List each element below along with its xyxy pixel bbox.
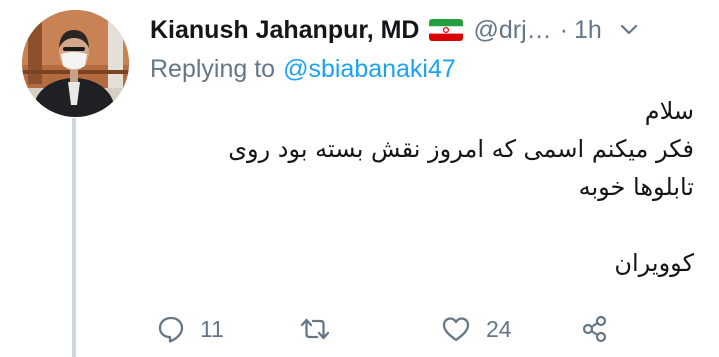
tweet-text-line: سلام	[644, 97, 694, 125]
avatar[interactable]	[22, 10, 129, 117]
replying-to-label: Replying to	[150, 54, 276, 83]
tweet-text-line: تابلوها خوبه	[578, 173, 694, 201]
avatar-image	[22, 10, 129, 117]
chevron-down-icon[interactable]	[618, 19, 640, 41]
tweet-header: Kianush Jahanpur, MD @drj… · 1h	[150, 12, 710, 48]
tweet-text-line	[134, 206, 694, 244]
replying-to-mention[interactable]: @sbiabanaki47	[283, 55, 456, 84]
speech-bubble-icon	[156, 314, 186, 344]
iran-flag-icon	[429, 19, 464, 41]
tweet-text-line: فکر میکنم اسمی که امروز نقش بسته بود روی	[228, 135, 694, 163]
user-handle[interactable]: @drj…	[473, 16, 551, 45]
reply-button[interactable]: 11	[156, 308, 224, 350]
retweet-arrows-icon	[298, 314, 332, 344]
tweet-text-line: کوویران	[614, 249, 694, 277]
retweet-button[interactable]	[298, 308, 346, 350]
like-button[interactable]: 24	[440, 308, 512, 350]
display-name[interactable]: Kianush Jahanpur, MD	[150, 16, 419, 45]
share-button[interactable]	[580, 308, 610, 350]
replying-to: Replying to @sbiabanaki47	[150, 52, 456, 86]
timestamp[interactable]: 1h	[574, 16, 602, 45]
tweet-actions: 11 24	[0, 308, 719, 350]
reply-count: 11	[200, 315, 224, 342]
separator-dot: ·	[559, 15, 568, 44]
heart-icon	[440, 314, 472, 344]
like-count: 24	[486, 315, 512, 342]
tweet-text: سلام فکر میکنم اسمی که امروز نقش بسته بو…	[134, 92, 694, 282]
share-nodes-icon	[580, 314, 610, 344]
